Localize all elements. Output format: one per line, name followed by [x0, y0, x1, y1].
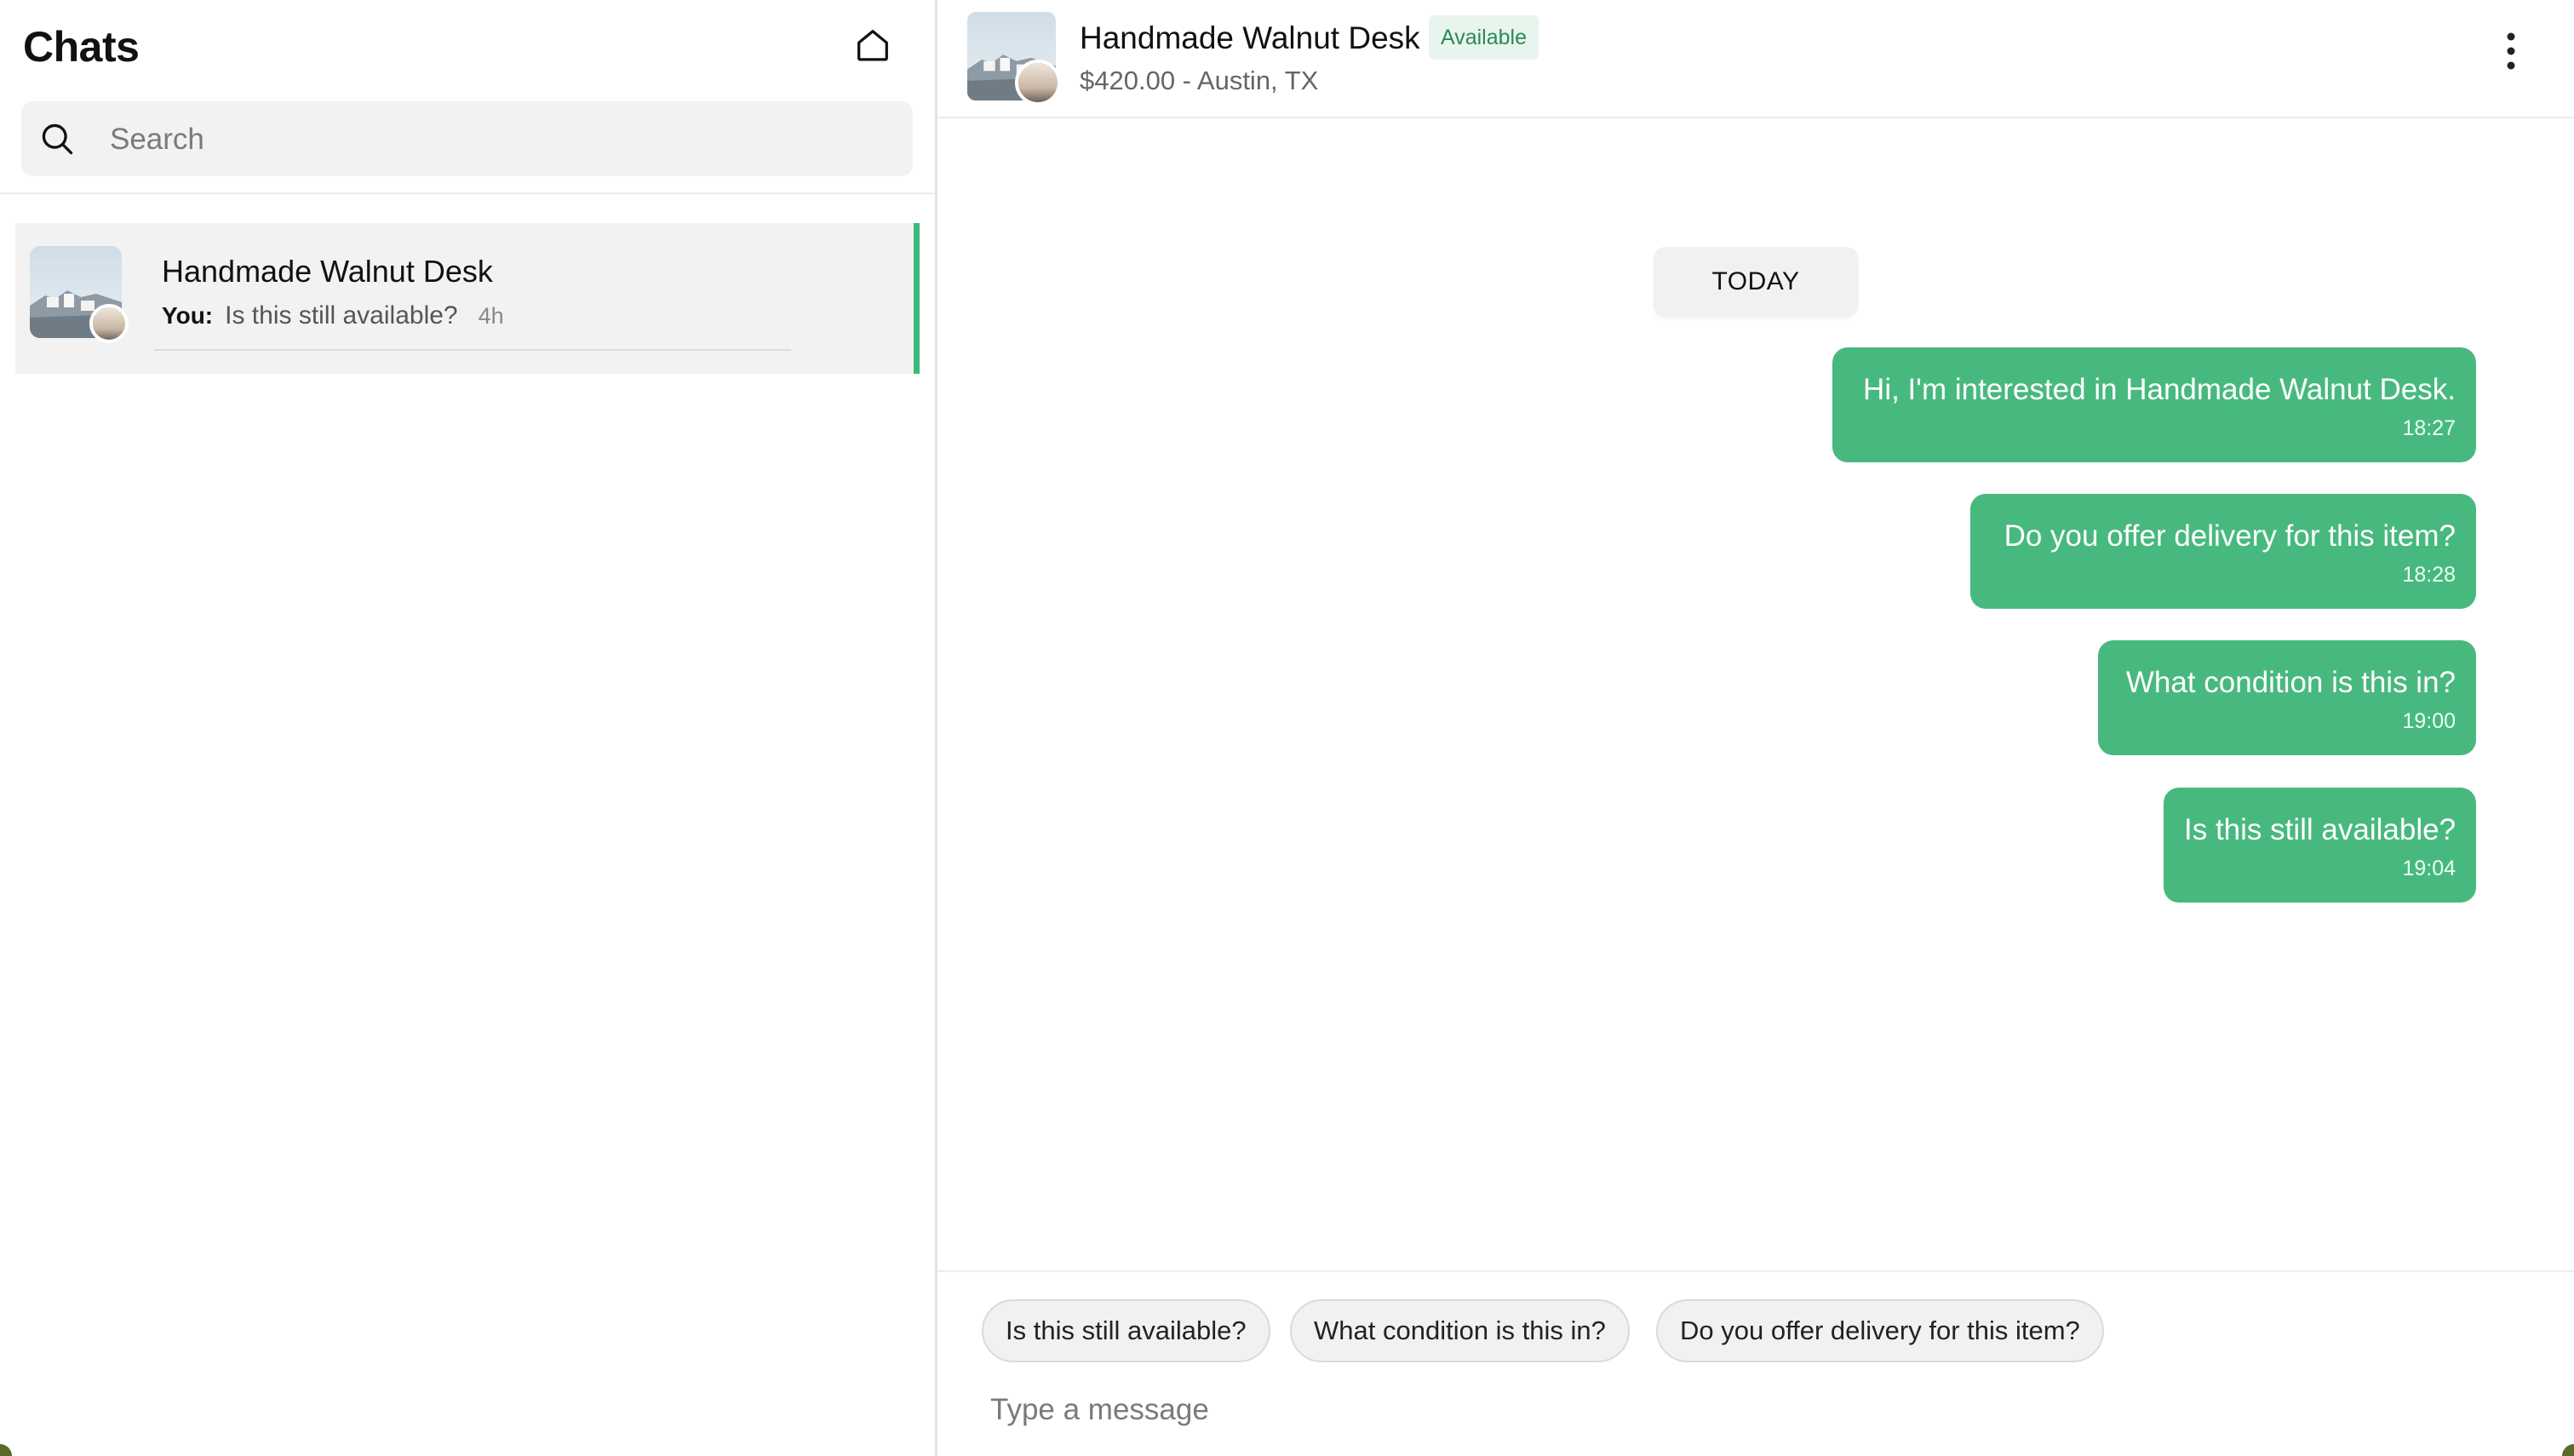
- chat-thumbnail: [30, 246, 130, 347]
- home-button[interactable]: [848, 20, 897, 70]
- chat-preview: You: Is this still available? 4h: [162, 301, 504, 330]
- sidebar-title: Chats: [23, 23, 140, 71]
- message-bubble: Hi, I'm interested in Handmade Walnut De…: [1832, 347, 2476, 462]
- message-text: What condition is this in?: [2125, 666, 2456, 699]
- listing-price-location: $420.00 - Austin, TX: [1080, 66, 1319, 95]
- more-vertical-icon: [2507, 32, 2515, 70]
- chat-sender: You:: [162, 302, 214, 329]
- chat-last-message: Is this still available?: [225, 301, 458, 330]
- sidebar-header: Chats: [0, 0, 935, 94]
- message-text: Do you offer delivery for this item?: [2004, 519, 2456, 553]
- message-time: 19:04: [2402, 857, 2456, 880]
- listing-thumbnail[interactable]: [967, 12, 1061, 106]
- chat-time: 4h: [478, 303, 504, 329]
- active-indicator: [914, 223, 920, 374]
- search-input[interactable]: [108, 101, 895, 178]
- quick-reply-chip[interactable]: Do you offer delivery for this item?: [1656, 1299, 2104, 1362]
- chat-sidebar: Chats Search Handmade Walnut Desk You: I…: [0, 0, 937, 1456]
- search-icon: [42, 123, 73, 155]
- message-bubble: Is this still available? 19:04: [2164, 788, 2476, 903]
- message-time: 19:00: [2402, 709, 2456, 733]
- chat-title: Handmade Walnut Desk: [162, 254, 493, 289]
- conversation-pane: Handmade Walnut Desk Available $420.00 -…: [937, 0, 2574, 1456]
- sidebar-divider: [0, 192, 935, 194]
- chat-list-item[interactable]: Handmade Walnut Desk You: Is this still a…: [15, 223, 920, 374]
- conversation-title[interactable]: Handmade Walnut Desk: [1080, 20, 1420, 56]
- date-divider: TODAY: [1654, 247, 1858, 317]
- more-options-button[interactable]: [2494, 26, 2528, 77]
- message-input[interactable]: [989, 1379, 2525, 1441]
- message-time: 18:27: [2402, 416, 2456, 440]
- home-icon: [857, 30, 888, 61]
- message-text: Is this still available?: [2184, 813, 2456, 846]
- chat-divider: [154, 349, 791, 351]
- seller-avatar: [89, 304, 129, 343]
- message-time: 18:28: [2402, 563, 2456, 587]
- message-text: Hi, I'm interested in Handmade Walnut De…: [1863, 373, 2456, 406]
- conversation-header: Handmade Walnut Desk Available $420.00 -…: [937, 0, 2574, 118]
- quick-reply-chip[interactable]: Is this still available?: [982, 1299, 1270, 1362]
- message-bubble: Do you offer delivery for this item? 18:…: [1970, 494, 2476, 609]
- status-badge: Available: [1429, 15, 1539, 60]
- composer-divider: [937, 1270, 2574, 1272]
- message-bubble: What condition is this in? 19:00: [2098, 640, 2476, 755]
- seller-avatar: [1015, 60, 1061, 106]
- search-box: [21, 101, 913, 178]
- quick-reply-chip[interactable]: What condition is this in?: [1290, 1299, 1630, 1362]
